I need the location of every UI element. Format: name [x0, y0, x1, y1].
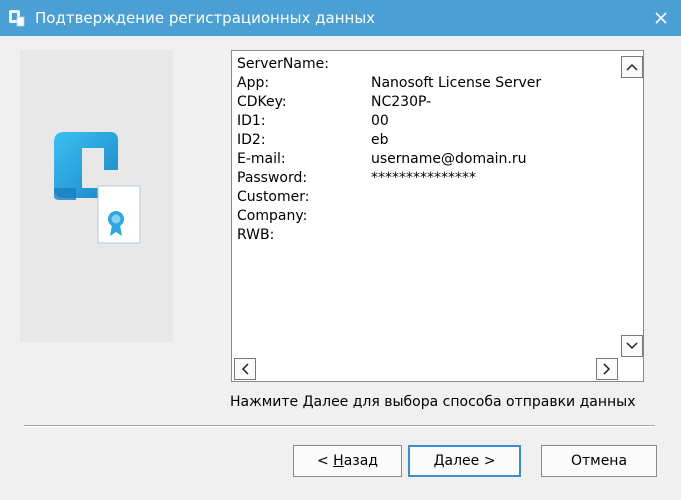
field-row: Customer:	[237, 188, 541, 207]
chevron-right-icon	[603, 363, 611, 375]
field-row: App: Nanosoft License Server	[237, 74, 541, 93]
field-label: Password:	[237, 170, 308, 186]
scroll-left-button[interactable]	[234, 358, 256, 380]
field-value: eb	[371, 132, 389, 148]
instruction-text: Нажмите Далее для выбора способа отправк…	[230, 394, 636, 410]
field-row: Company:	[237, 207, 541, 226]
field-label: App:	[237, 75, 270, 91]
app-logo-icon	[9, 10, 25, 27]
field-value: NC230P-	[371, 94, 432, 110]
back-button-prefix: <	[316, 453, 334, 469]
chevron-down-icon	[626, 342, 638, 350]
scroll-up-button[interactable]	[621, 56, 643, 78]
scroll-right-button[interactable]	[596, 358, 618, 380]
field-row: ID1: 00	[237, 112, 541, 131]
back-button[interactable]: < Назад	[293, 445, 402, 477]
field-label: ID1:	[237, 113, 266, 129]
next-button-label: алее >	[444, 453, 496, 469]
title-bar[interactable]: Подтверждение регистрационных данных	[0, 0, 681, 36]
separator-line	[24, 425, 655, 427]
field-label: RWB:	[237, 227, 275, 243]
back-button-label: азад	[343, 453, 378, 469]
field-label: E-mail:	[237, 151, 286, 167]
next-button[interactable]: Далее >	[408, 445, 521, 477]
window-title: Подтверждение регистрационных данных	[35, 9, 376, 27]
field-row: ServerName:	[237, 55, 541, 74]
field-row: ID2: eb	[237, 131, 541, 150]
field-value: username@domain.ru	[371, 151, 527, 167]
field-row: E-mail: username@domain.ru	[237, 150, 541, 169]
chevron-up-icon	[626, 63, 638, 71]
field-label: Company:	[237, 208, 308, 224]
field-value: 00	[371, 113, 389, 129]
close-icon	[655, 12, 667, 24]
nanosoft-logo-icon	[54, 132, 141, 244]
field-row: CDKey: NC230P-	[237, 93, 541, 112]
field-label: Customer:	[237, 189, 310, 205]
next-button-mnemonic: Д	[433, 453, 445, 469]
cancel-button-label: Отмена	[570, 453, 628, 469]
registration-data-textarea[interactable]: ServerName: App: Nanosoft License Server …	[231, 50, 644, 382]
registration-data-list: ServerName: App: Nanosoft License Server …	[237, 55, 541, 245]
field-row: Password: ***************	[237, 169, 541, 188]
scroll-down-button[interactable]	[621, 335, 643, 357]
field-label: ServerName:	[237, 56, 329, 72]
field-label: ID2:	[237, 132, 266, 148]
chevron-left-icon	[241, 363, 249, 375]
back-button-mnemonic: Н	[333, 453, 344, 469]
cancel-button[interactable]: Отмена	[541, 445, 657, 477]
field-label: CDKey:	[237, 94, 287, 110]
field-value: Nanosoft License Server	[371, 75, 542, 91]
field-row: RWB:	[237, 226, 541, 245]
field-value: ***************	[371, 170, 476, 186]
close-button[interactable]	[648, 6, 674, 30]
